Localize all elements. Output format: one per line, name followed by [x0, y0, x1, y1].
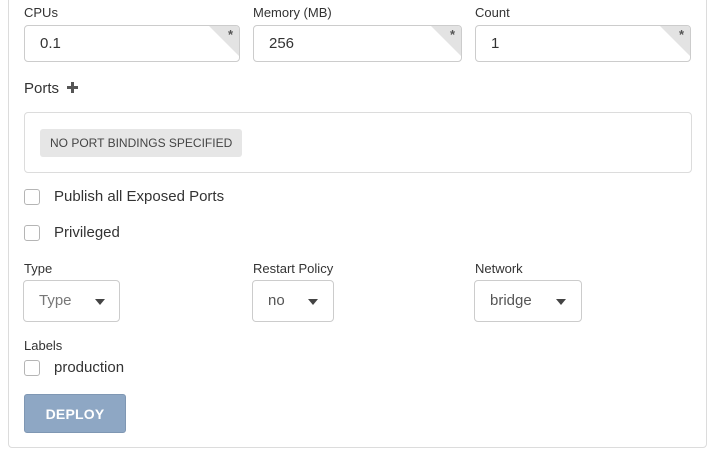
network-label: Network [475, 261, 523, 276]
chevron-down-icon [556, 299, 566, 305]
chevron-down-icon [95, 299, 105, 305]
privileged-checkbox[interactable] [24, 225, 40, 241]
publish-all-ports-checkbox[interactable] [24, 189, 40, 205]
add-port-plus-icon[interactable] [66, 81, 79, 94]
cpus-input[interactable]: 0.1 * [24, 25, 240, 62]
port-bindings-panel: NO PORT BINDINGS SPECIFIED [24, 112, 692, 173]
labels-title: Labels [24, 338, 63, 353]
restart-policy-select[interactable]: no [252, 280, 334, 322]
memory-value: 256 [269, 35, 295, 52]
required-asterisk-icon: * [227, 27, 233, 42]
count-value: 1 [491, 35, 500, 52]
type-select[interactable]: Type [23, 280, 120, 322]
type-label: Type [24, 261, 53, 276]
required-corner [209, 26, 239, 56]
required-corner [431, 26, 461, 56]
label-production-checkbox[interactable] [24, 360, 40, 376]
no-port-bindings-badge: NO PORT BINDINGS SPECIFIED [40, 129, 243, 157]
ports-title: Ports [24, 80, 60, 97]
count-input[interactable]: 1 * [475, 25, 691, 62]
restart-policy-label: Restart Policy [253, 261, 334, 276]
cpus-value: 0.1 [40, 35, 61, 52]
memory-label: Memory (MB) [253, 5, 332, 20]
network-select[interactable]: bridge [474, 280, 582, 322]
count-label: Count [475, 5, 510, 20]
required-asterisk-icon: * [449, 27, 455, 42]
restart-policy-value: no [268, 292, 285, 309]
chevron-down-icon [308, 299, 318, 305]
deploy-button[interactable]: DEPLOY [24, 394, 126, 433]
required-asterisk-icon: * [678, 27, 684, 42]
label-production-label: production [54, 359, 125, 376]
network-value: bridge [490, 292, 532, 309]
required-corner [660, 26, 690, 56]
publish-all-ports-label: Publish all Exposed Ports [54, 188, 225, 205]
privileged-label: Privileged [54, 224, 120, 241]
memory-input[interactable]: 256 * [253, 25, 462, 62]
cpus-label: CPUs [24, 5, 58, 20]
type-select-value: Type [39, 292, 72, 309]
